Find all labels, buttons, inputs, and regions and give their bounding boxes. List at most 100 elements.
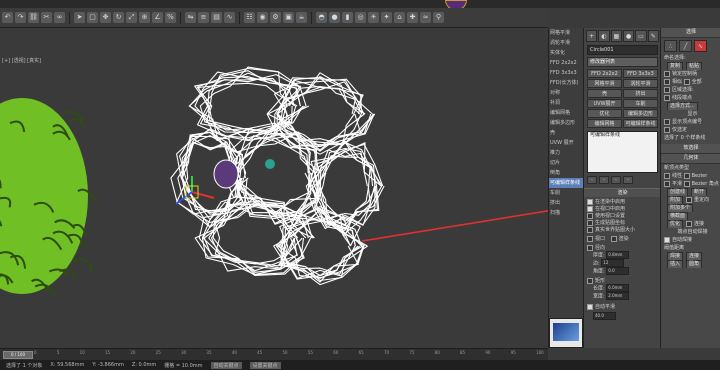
modifier-list-item[interactable]: 车削 [549,188,583,198]
sun-icon[interactable]: ☀ [368,12,379,23]
viewport-label[interactable]: [+] [透视] [真实] [2,57,41,64]
modifier-shortcut-button[interactable]: 网格平滑 [587,79,622,88]
select-icon[interactable]: ➤ [74,12,85,23]
linear-radio[interactable] [664,172,670,179]
material-editor-icon[interactable]: ◉ [257,12,268,23]
green-plant-object[interactable] [0,98,98,296]
hierarchy-tab-icon[interactable]: ▦ [610,30,622,42]
modifier-shortcut-button[interactable]: 涡轮平滑 [623,79,658,88]
segment-end-checkbox[interactable] [664,94,670,101]
modifier-shortcut-button[interactable]: 壳 [587,89,622,98]
thickness-spinner[interactable]: 0.8mm [606,251,630,259]
modifier-list-item[interactable]: FFD 2x2x2 [549,58,583,68]
modifier-shortcut-button[interactable]: 可编辑样条线 [623,119,658,128]
modifier-list-item[interactable]: 对称 [549,88,583,98]
percent-snap-icon[interactable]: % [165,12,176,23]
material-preview-thumbnail[interactable] [549,318,583,348]
z-coordinate[interactable]: Z: 0.0mm [132,362,156,368]
time-slider[interactable]: 0 / 100 [3,351,33,359]
cross-section-button[interactable]: 横截面 [667,212,689,220]
modifier-shortcut-button[interactable]: 优化 [587,109,622,118]
length-spinner[interactable]: 6.0mm [606,284,630,292]
object-name-field[interactable]: Circle001 [587,45,658,55]
helper-icon[interactable]: ✚ [407,12,418,23]
curve-editor-icon[interactable]: ∿ [224,12,235,23]
geometry-rollout[interactable]: 几何体 [661,154,720,164]
render-setup-icon[interactable]: ⚙ [270,12,281,23]
auto-weld-checkbox[interactable] [664,236,670,243]
render-option-checkbox[interactable] [587,226,593,233]
modifier-shortcut-button[interactable]: FFD 3x3x3 [623,69,658,78]
select-rollout-header[interactable]: 选择 [661,28,720,38]
render-frame-icon[interactable]: ▣ [283,12,294,23]
unlink-icon[interactable]: ✂ [41,12,52,23]
render-option-checkbox[interactable] [587,219,593,226]
cylinder-icon[interactable]: ▮ [342,12,353,23]
modifier-list-item[interactable]: FFD 3x3x3 [549,68,583,78]
attach-button[interactable]: 附加 [667,196,684,204]
area-select-checkbox[interactable] [664,86,670,93]
radial-radio[interactable] [587,244,593,251]
modifier-list-item[interactable]: UVW 展开 [549,138,583,148]
connect-checkbox[interactable] [686,220,693,227]
modifier-list-item[interactable]: 推力 [549,148,583,158]
motion-tab-icon[interactable]: ● [622,30,635,42]
reorient-checkbox[interactable] [686,196,693,203]
perspective-viewport[interactable]: [+] [透视] [真实] [0,28,548,348]
modifier-list-item[interactable]: 编辑多边形 [549,118,583,128]
modifier-shortcut-button[interactable]: 编辑网格 [587,119,622,128]
modifier-list-item[interactable]: 编辑网格 [549,108,583,118]
modifier-list-item[interactable]: 实体化 [549,48,583,58]
smooth-radio[interactable] [664,180,670,187]
render-option-checkbox[interactable] [587,198,593,205]
stack-item[interactable]: 可编辑样条线 [588,132,657,139]
paste-button[interactable]: 粘贴 [686,62,703,70]
viewport-radio[interactable] [587,235,593,242]
remove-modifier-icon[interactable]: · [623,176,633,184]
x-coordinate[interactable]: X: 59.568mm [50,362,84,368]
redo-icon[interactable]: ↷ [15,12,26,23]
link-icon[interactable]: ⛓ [28,12,39,23]
modifier-list-item[interactable]: 扫描 [549,208,583,218]
selected-only-checkbox[interactable] [664,126,670,133]
pin-stack-icon[interactable]: · [587,176,597,184]
modifier-list-item[interactable]: 切片 [549,158,583,168]
camera-icon[interactable]: ⌂ [394,12,405,23]
utilities-tab-icon[interactable]: ✎ [647,30,659,42]
modifier-list-dropdown[interactable]: 修改器列表 [587,57,658,67]
angle-spinner[interactable]: 0.0 [606,267,630,275]
render-icon[interactable]: ☕ [296,12,307,23]
modifier-list-item[interactable]: FFD(长方体) [549,78,583,88]
copy-button[interactable]: 复制 [667,62,684,70]
alike-radio[interactable] [664,78,670,85]
modifier-shortcut-button[interactable]: 车削 [623,99,658,108]
modifier-shortcut-button[interactable]: 编辑多边形 [623,109,658,118]
select-by-button[interactable]: 选择方式... [667,102,698,110]
systems-icon[interactable]: ⚲ [433,12,444,23]
bind-icon[interactable]: ∞ [54,12,65,23]
display-tab-icon[interactable]: ▭ [635,30,647,42]
modifier-list-item[interactable]: 可编辑样条线 [549,178,583,188]
rotate-icon[interactable]: ↻ [113,12,124,23]
align-icon[interactable]: ≡ [198,12,209,23]
segment-mode-icon[interactable]: ╱ [679,40,692,52]
render-radio[interactable] [610,235,617,242]
space-warp-icon[interactable]: ≈ [420,12,431,23]
auto-smooth-checkbox[interactable] [587,303,593,310]
connect-button[interactable]: 连接 [686,252,703,260]
modifier-list-item[interactable]: 壳 [549,128,583,138]
sphere-icon[interactable]: ● [329,12,340,23]
y-coordinate[interactable]: Y: -3.866mm [92,362,124,368]
move-icon[interactable]: ✥ [100,12,111,23]
show-end-result-icon[interactable]: · [599,176,609,184]
lock-handles-checkbox[interactable] [664,70,670,77]
modifier-shortcut-button[interactable]: FFD 2x2x2 [587,69,622,78]
teapot-icon[interactable]: ◓ [316,12,327,23]
set-key-button[interactable]: 设置关键点 [249,361,281,369]
create-line-button[interactable]: 创建线 [667,188,689,196]
break-button[interactable]: 断开 [691,188,708,196]
undo-icon[interactable]: ↶ [2,12,13,23]
modifier-shortcut-button[interactable]: UVW展开 [587,99,622,108]
viewport-canvas[interactable] [0,28,548,348]
modifier-list-item[interactable]: 涡轮平滑 [549,38,583,48]
